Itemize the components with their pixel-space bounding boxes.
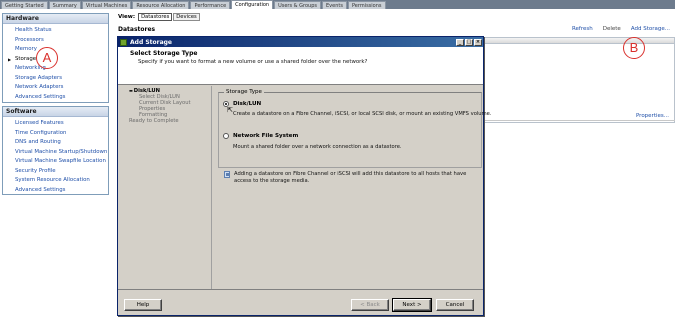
annotation-b: B: [623, 37, 645, 59]
maximize-icon[interactable]: □: [465, 38, 473, 46]
software-section: Software Licensed Features Time Configur…: [2, 106, 109, 195]
hardware-header: Hardware: [3, 14, 108, 24]
nfs-radio[interactable]: [223, 133, 229, 139]
option-nfs[interactable]: Network File System: [223, 133, 298, 139]
disk-lun-description: Create a datastore on a Fibre Channel, i…: [233, 111, 492, 117]
nav-network-adapters[interactable]: Network Adapters: [3, 83, 108, 93]
selected-arrow-icon: ▶: [8, 56, 12, 62]
nav-storage-label: Storage: [15, 55, 37, 62]
tab-virtual-machines[interactable]: Virtual Machines: [81, 1, 132, 9]
info-text: Adding a datastore on Fibre Channel or i…: [234, 171, 467, 184]
add-storage-dialog: Add Storage _ □ × Select Storage Type Sp…: [117, 36, 492, 316]
dialog-header: Select Storage Type Specify if you want …: [118, 47, 483, 85]
nav-health-status[interactable]: Health Status: [3, 26, 108, 36]
tab-permissions[interactable]: Permissions: [347, 1, 386, 9]
refresh-link[interactable]: Refresh: [572, 26, 593, 32]
tab-summary[interactable]: Summary: [48, 1, 81, 9]
next-button[interactable]: Next >: [392, 298, 432, 312]
storage-type-group: Storage Type Disk/LUN ⇱ Create a datasto…: [218, 89, 492, 168]
view-datastores-button[interactable]: Datastores: [138, 13, 173, 21]
info-note: Adding a datastore on Fibre Channel or i…: [224, 171, 482, 185]
view-label: View:: [118, 14, 136, 20]
properties-divider: [484, 120, 675, 121]
tab-events[interactable]: Events: [322, 1, 347, 9]
datastore-actions: Refresh Delete Add Storage...: [572, 26, 670, 32]
nav-networking[interactable]: Networking: [3, 64, 108, 74]
wizard-steps: ▬Disk/LUN Select Disk/LUN Current Disk L…: [119, 86, 212, 289]
nav-time-configuration[interactable]: Time Configuration: [3, 129, 108, 139]
dialog-header-title: Select Storage Type: [130, 50, 198, 57]
datastores-title: Datastores: [118, 26, 156, 33]
back-button[interactable]: < Back: [351, 299, 389, 311]
nfs-description: Mount a shared folder over a network con…: [233, 144, 402, 150]
tab-configuration[interactable]: Configuration: [231, 0, 274, 9]
disk-lun-label: Disk/LUN: [233, 101, 262, 107]
delete-link[interactable]: Delete: [603, 26, 621, 32]
expanded-caret-icon: ▬: [129, 88, 133, 93]
nav-licensed-features[interactable]: Licensed Features: [3, 119, 108, 129]
nav-storage-adapters[interactable]: Storage Adapters: [3, 74, 108, 84]
tab-resource-allocation[interactable]: Resource Allocation: [132, 1, 190, 9]
step-ready-to-complete: Ready to Complete: [129, 118, 179, 124]
nav-dns-routing[interactable]: DNS and Routing: [3, 138, 108, 148]
top-tab-bar: Getting Started Summary Virtual Machines…: [0, 0, 675, 9]
datastores-table: [484, 37, 675, 123]
software-header: Software: [3, 107, 108, 117]
nav-hw-advanced-settings[interactable]: Advanced Settings: [3, 93, 108, 103]
info-icon: [224, 171, 231, 178]
dialog-header-subtitle: Specify if you want to format a new volu…: [138, 59, 368, 65]
tab-users-groups[interactable]: Users & Groups: [274, 1, 321, 9]
dialog-footer: Help < Back Next > Cancel: [118, 289, 483, 316]
nfs-label: Network File System: [233, 133, 299, 139]
storage-type-legend: Storage Type: [224, 89, 264, 95]
nav-system-resource-allocation[interactable]: System Resource Allocation: [3, 176, 108, 186]
mouse-cursor-icon: ⇱: [227, 106, 233, 114]
close-icon[interactable]: ×: [474, 38, 482, 46]
datastores-table-header: [485, 38, 674, 44]
minimize-icon[interactable]: _: [456, 38, 464, 46]
add-storage-link[interactable]: Add Storage...: [631, 26, 670, 32]
add-storage-app-icon: [120, 38, 127, 46]
tab-getting-started[interactable]: Getting Started: [1, 1, 48, 9]
cancel-button[interactable]: Cancel: [436, 299, 474, 311]
help-button[interactable]: Help: [124, 299, 162, 311]
annotation-a: A: [36, 47, 58, 69]
nav-processors[interactable]: Processors: [3, 36, 108, 46]
nav-vm-swapfile-location[interactable]: Virtual Machine Swapfile Location: [3, 157, 108, 167]
dialog-titlebar[interactable]: Add Storage _ □ ×: [118, 37, 483, 47]
tab-performance[interactable]: Performance: [190, 1, 231, 9]
nav-sw-advanced-settings[interactable]: Advanced Settings: [3, 186, 108, 196]
dialog-content: Storage Type Disk/LUN ⇱ Create a datasto…: [214, 86, 492, 289]
properties-link[interactable]: Properties...: [636, 113, 669, 119]
view-bar: View: Datastores Devices: [114, 12, 201, 22]
dialog-title: Add Storage: [130, 38, 173, 46]
view-devices-button[interactable]: Devices: [173, 13, 200, 21]
nav-security-profile[interactable]: Security Profile: [3, 167, 108, 177]
nav-vm-startup-shutdown[interactable]: Virtual Machine Startup/Shutdown: [3, 148, 108, 158]
software-list: Licensed Features Time Configuration DNS…: [3, 117, 108, 197]
